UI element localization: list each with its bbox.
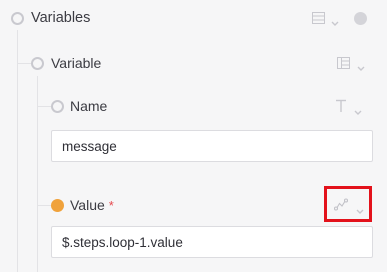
tree-guide-root bbox=[17, 30, 18, 272]
name-label: Name bbox=[70, 98, 108, 114]
variables-label: Variables bbox=[31, 10, 91, 26]
required-mark: * bbox=[108, 198, 114, 213]
help-circle-icon[interactable] bbox=[354, 12, 367, 25]
circle-outline-icon bbox=[51, 100, 64, 113]
circle-outline-icon bbox=[11, 12, 24, 25]
table-icon[interactable] bbox=[336, 56, 350, 70]
name-input[interactable]: message bbox=[51, 130, 373, 162]
value-label-text: Value bbox=[70, 197, 105, 213]
tree-guide-value-branch bbox=[37, 205, 51, 206]
circle-outline-icon bbox=[31, 57, 44, 70]
list-icon[interactable] bbox=[311, 11, 325, 25]
highlight-box bbox=[324, 186, 372, 222]
chevron-down-icon[interactable] bbox=[357, 59, 365, 77]
tree-guide-item-branch bbox=[17, 63, 31, 64]
value-label: Value * bbox=[70, 197, 114, 213]
text-type-icon[interactable] bbox=[334, 97, 348, 115]
tree-guide-name-branch bbox=[37, 106, 51, 107]
circle-filled-icon bbox=[51, 199, 64, 212]
value-input[interactable]: $.steps.loop-1.value bbox=[51, 226, 373, 258]
chevron-down-icon[interactable] bbox=[354, 103, 362, 121]
variable-label: Variable bbox=[51, 55, 102, 71]
chevron-down-icon[interactable] bbox=[331, 14, 339, 32]
